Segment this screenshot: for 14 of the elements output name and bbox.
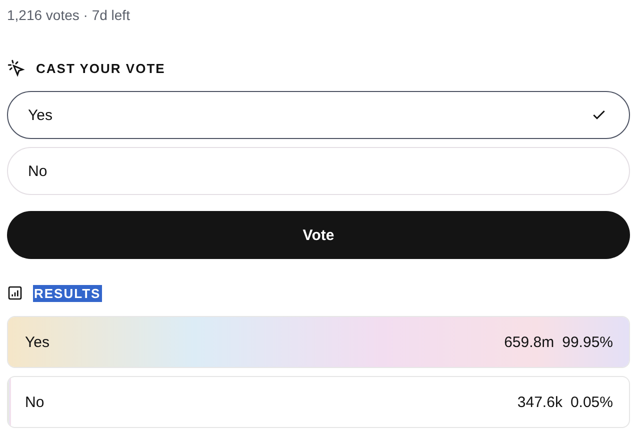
result-percent: 99.95%	[562, 334, 613, 350]
result-count: 347.6k	[517, 394, 562, 410]
poll-meta: 1,216 votes · 7d left	[7, 6, 131, 25]
vote-button[interactable]: Vote	[7, 211, 630, 259]
vote-option[interactable]: No	[7, 147, 630, 195]
vote-option[interactable]: Yes	[7, 91, 630, 139]
result-count: 659.8m	[504, 334, 554, 350]
bar-chart-icon	[7, 285, 23, 301]
result-label: No	[25, 394, 44, 410]
section-title: CAST YOUR VOTE	[35, 60, 166, 76]
section-title: RESULTS	[33, 284, 102, 302]
cursor-click-icon	[7, 59, 25, 77]
result-label: Yes	[25, 334, 50, 350]
result-percent: 0.05%	[570, 394, 613, 410]
